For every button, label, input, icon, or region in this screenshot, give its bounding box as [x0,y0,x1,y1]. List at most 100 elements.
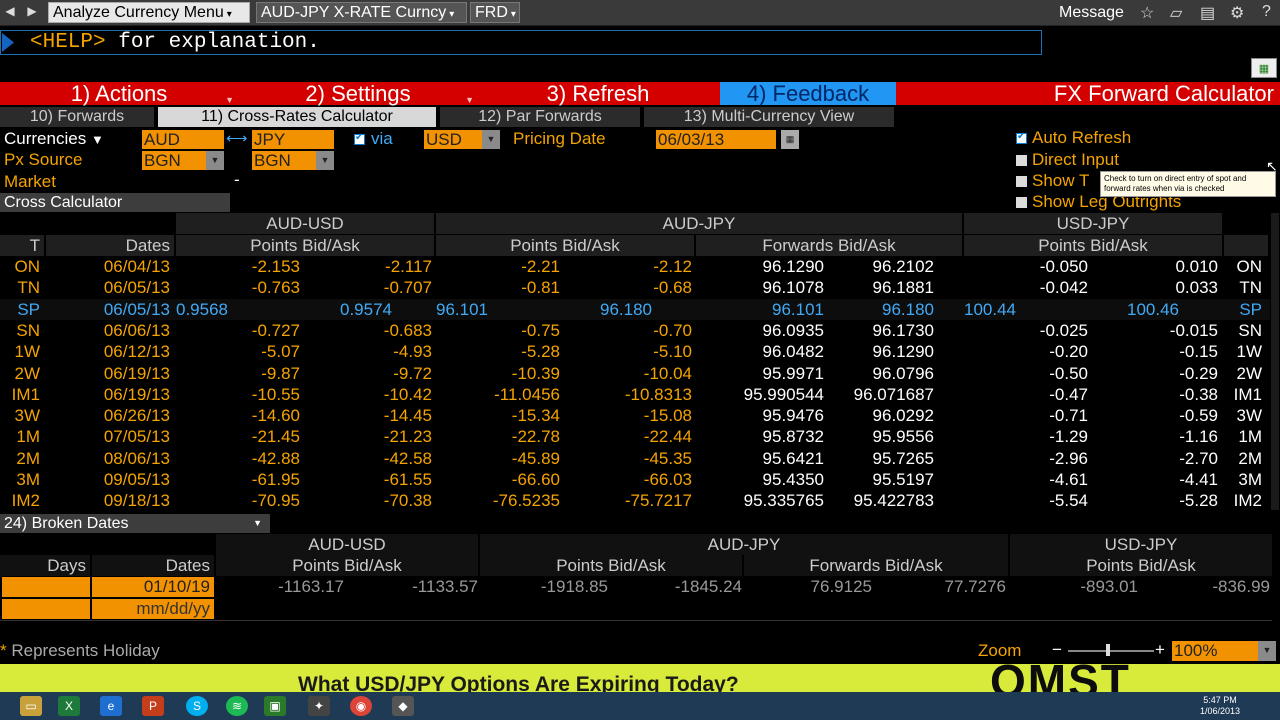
via-dropdown-icon[interactable]: ▼ [482,130,500,149]
cross-calculator-section: Cross Calculator [0,193,230,212]
cell-a2: -9.72 [393,363,432,383]
tab-cross-rates[interactable]: 11) Cross-Rates Calculator [158,107,436,127]
cell-d: 06/05/13 [103,278,170,298]
swap-arrows-icon[interactable]: ⟷ [226,129,248,147]
taskbar-clock[interactable]: 5:47 PM 1/06/2013 [1200,695,1240,717]
broken-header-usdjpy: Points Bid/Ask [1010,555,1272,576]
tab-multi-currency[interactable]: 13) Multi-Currency View [644,107,894,127]
refresh-button[interactable]: 3) Refresh [478,82,718,105]
zoom-slider[interactable] [1068,650,1154,652]
table-row: 3W 06/26/13 -14.60 -14.45 -15.34 -15.08 95.947… [0,405,1270,426]
px-source-label: Px Source [4,150,83,169]
gear-icon[interactable]: ⚙ [1230,3,1244,23]
auto-refresh-checkbox[interactable] [1016,131,1027,144]
feedback-button[interactable]: 4) Feedback [720,82,896,105]
powerpoint-icon[interactable]: P [142,696,164,716]
cell-t: ON [14,257,41,276]
quote-currency-field[interactable]: JPY [252,130,334,149]
forward-arrow-icon[interactable]: ▶ [24,4,40,18]
base-currency-field[interactable]: AUD [142,130,224,149]
cell-a1: -9.87 [261,363,300,383]
settings-button[interactable]: 2) Settings ▼ [238,82,478,105]
internet-explorer-icon[interactable]: e [100,696,122,716]
pricing-date-field[interactable]: 06/03/13 [656,130,776,149]
cell-e1: -0.025 [1039,320,1088,340]
market-label: Market [4,172,56,191]
tool-icon[interactable]: ✦ [308,696,330,716]
star-icon[interactable]: ☆ [1140,3,1154,23]
cell-d: 09/18/13 [103,491,170,511]
excel-icon[interactable]: X [58,696,80,716]
direct-input-checkbox[interactable] [1016,155,1027,166]
app-icon[interactable]: ◆ [392,696,414,716]
spotify-icon[interactable]: ≋ [226,696,248,716]
px-source-2-field[interactable]: BGN [252,151,316,170]
via-label: via [371,129,393,148]
cross-table-scrollbar[interactable] [1271,213,1279,510]
cell-b2: -45.35 [643,448,692,468]
cell-c1: 95.990544 [743,384,824,404]
tab-forwards[interactable]: 10) Forwards [0,107,154,127]
broken-header-audjpy-fwd: Forwards Bid/Ask [744,555,1008,576]
frd-menu[interactable]: FRD ▾ [470,2,520,23]
cell-t: 2M [1238,448,1262,468]
via-checkbox[interactable] [354,132,365,145]
skype-icon[interactable]: S [186,696,208,716]
cell-a2: -70.38 [383,491,432,511]
cell-d: 06/12/13 [103,342,170,362]
terminal-icon[interactable]: ▣ [264,696,286,716]
excel-export-icon[interactable]: ▦ [1251,58,1277,78]
broken-date-field[interactable]: 01/10/19 [92,577,214,597]
rate-menu[interactable]: AUD-JPY X-RATE Curncy ▾ [256,2,467,23]
chrome-icon[interactable]: ◉ [350,696,372,716]
tab-par-forwards[interactable]: 12) Par Forwards [440,107,640,127]
broken-header-audusd: Points Bid/Ask [216,555,478,576]
document-icon[interactable]: ▤ [1200,3,1215,23]
cell-b1: -0.75 [521,320,560,340]
back-arrow-icon[interactable]: ◀ [2,4,18,18]
cell-c1: 95.6421 [762,448,824,468]
zoom-in-icon[interactable]: + [1155,640,1165,660]
cell-a1: -70.95 [251,491,300,511]
zoom-dropdown-icon[interactable]: ▼ [1258,641,1276,661]
cell-e1: -0.47 [1049,384,1088,404]
message-button[interactable]: Message [1054,2,1132,23]
broken-date-input[interactable]: mm/dd/yy [92,599,214,619]
folder-icon[interactable]: ▱ [1170,3,1182,23]
cell-b2: 96.180 [600,299,652,319]
broken-days-field-2[interactable] [2,599,90,619]
actions-button[interactable]: 1) Actions ▼ [0,82,238,105]
broken-dates-section[interactable]: 24) Broken Dates ▼ [0,514,270,533]
cell-d: 06/05/13 [103,299,170,319]
zoom-value-field[interactable]: 100% [1172,641,1258,661]
help-icon[interactable]: ? [1262,3,1271,21]
px-source-2-dropdown-icon[interactable]: ▼ [316,151,334,170]
cell-c1: 95.9971 [762,363,824,383]
cell-c1: 95.9476 [762,406,824,426]
explorer-icon[interactable]: ▭ [20,696,42,716]
cell-c1: 96.0482 [762,342,824,362]
px-source-1-dropdown-icon[interactable]: ▼ [206,151,224,170]
cell-t: 3M [16,470,40,489]
command-text[interactable]: <HELP> for explanation. [30,30,320,55]
show-t-checkbox[interactable] [1016,176,1027,187]
cell-t: 3M [1238,470,1262,489]
cell-a1: -0.727 [251,320,300,340]
via-currency-field[interactable]: USD [424,130,482,149]
cell-c2: 96.2102 [872,257,934,276]
broken-days-field[interactable] [2,577,90,597]
show-leg-checkbox[interactable] [1016,197,1027,208]
cell-c2: 96.180 [882,299,934,319]
table-row: SP 06/05/13 0.9568 0.9574 96.101 96.180 96.101… [0,298,1270,320]
cell-c1: 96.1290 [762,257,824,276]
cell-t: ON [1236,257,1263,276]
cell-t: IM1 [11,384,40,404]
broken-audusd-bid: -1163.17 [278,577,344,596]
cell-d: 06/19/13 [103,384,170,404]
px-source-1-field[interactable]: BGN [142,151,206,170]
calendar-icon[interactable]: ▦ [781,130,799,149]
analyze-currency-menu[interactable]: Analyze Currency Menu ▾ [48,2,250,23]
chevron-down-icon[interactable]: ▼ [91,132,104,147]
cell-c2: 95.422783 [853,491,934,511]
header-audjpy-points: Points Bid/Ask [436,235,694,256]
